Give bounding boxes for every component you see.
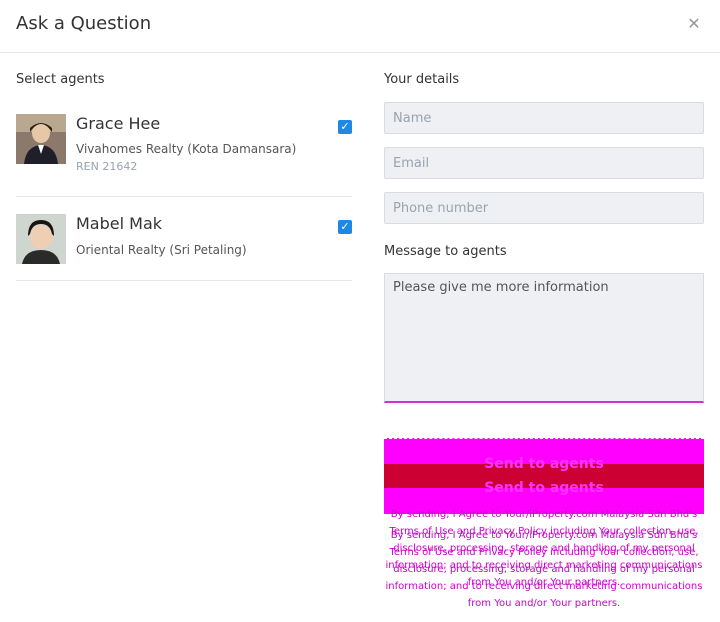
agent-ren: REN 21642: [76, 160, 138, 173]
send-button-label-duplicate: Send to agents: [484, 480, 604, 496]
name-field[interactable]: [384, 102, 704, 134]
agent-card-grace-hee[interactable]: Grace Hee Vivahomes Realty (Kota Damansa…: [16, 114, 352, 197]
details-panel: Your details Message to agents Please gi…: [384, 72, 704, 403]
legal-text-duplicate: By sending, I Agree to Your/iProperty.co…: [385, 530, 703, 609]
agent-name: Grace Hee: [76, 114, 161, 133]
message-label: Message to agents: [384, 244, 507, 259]
send-button[interactable]: Send to agents Send to agents: [384, 438, 704, 514]
email-field[interactable]: [384, 147, 704, 179]
avatar-photo-icon: [16, 114, 66, 164]
close-icon[interactable]: ✕: [684, 14, 704, 34]
select-agents-label: Select agents: [16, 72, 105, 87]
avatar: [16, 214, 66, 264]
dialog-title: Ask a Question: [16, 13, 152, 34]
agent-agency: Vivahomes Realty (Kota Damansara): [76, 142, 297, 156]
agent-name: Mabel Mak: [76, 214, 163, 233]
your-details-label: Your details: [384, 72, 460, 87]
agents-panel: Select agents Grace Hee Vivahomes Realty…: [16, 72, 352, 281]
agent-checkbox[interactable]: ✓: [338, 220, 352, 234]
agent-checkbox[interactable]: ✓: [338, 120, 352, 134]
agent-card-mabel-mak[interactable]: Mabel Mak Oriental Realty (Sri Petaling)…: [16, 197, 352, 281]
phone-field[interactable]: [384, 192, 704, 224]
avatar-photo-icon: [16, 214, 66, 264]
send-button-label: Send to agents: [484, 456, 604, 472]
agent-agency: Oriental Realty (Sri Petaling): [76, 243, 247, 257]
message-textarea[interactable]: Please give me more information: [384, 273, 704, 403]
dialog-header: Ask a Question ✕: [0, 0, 720, 53]
avatar: [16, 114, 66, 164]
